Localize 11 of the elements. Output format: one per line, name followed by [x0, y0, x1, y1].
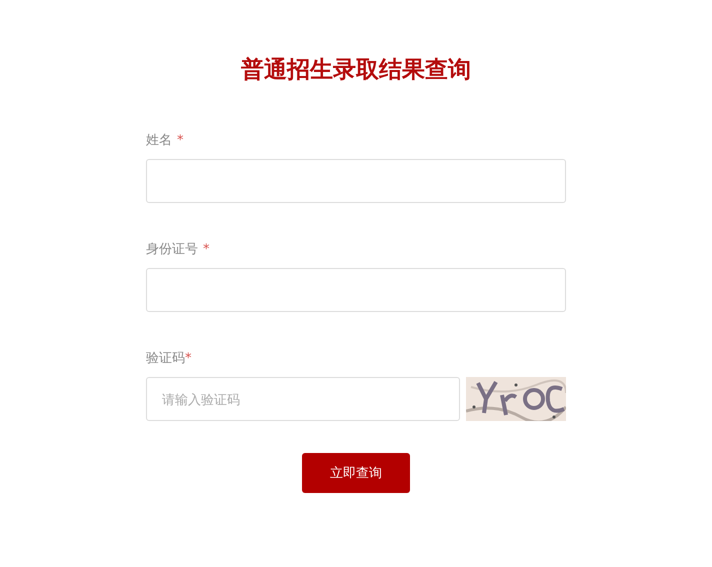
input-field[interactable] [146, 159, 566, 203]
page-title: 普通招生录取结果查询 [241, 56, 471, 85]
field-label: 身份证号 [146, 241, 198, 258]
required-mark: * [177, 132, 184, 148]
required-mark: * [203, 242, 210, 256]
field-label: 验证码 [146, 350, 185, 367]
input-field[interactable] [146, 268, 566, 312]
field-label: 姓名 [146, 132, 172, 149]
submit-button[interactable]: 立即查询 [302, 453, 410, 493]
input-field[interactable]: 请输入验证码 [146, 377, 460, 421]
required-mark: * [185, 350, 192, 366]
